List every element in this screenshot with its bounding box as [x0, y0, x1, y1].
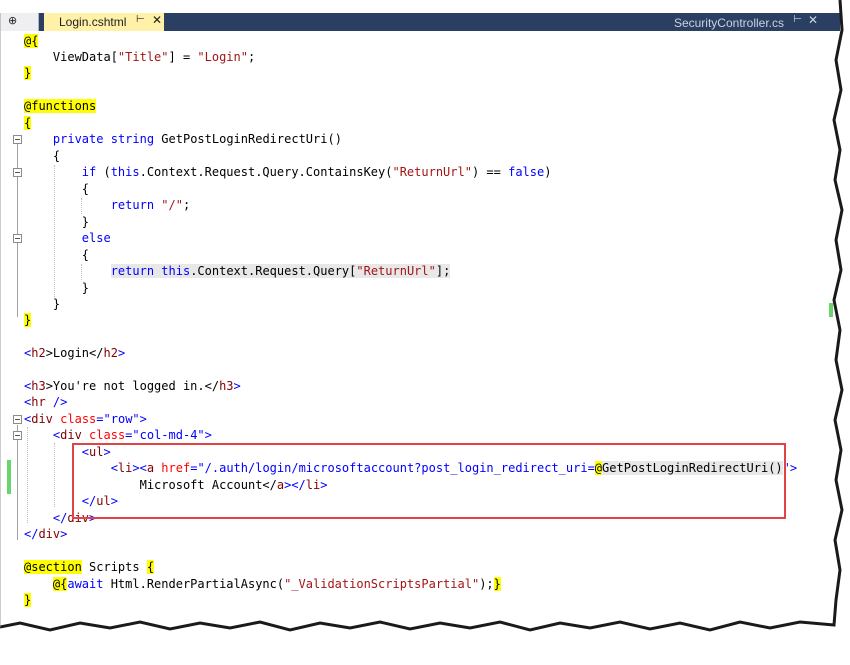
- torn-edge-border: [0, 0, 850, 665]
